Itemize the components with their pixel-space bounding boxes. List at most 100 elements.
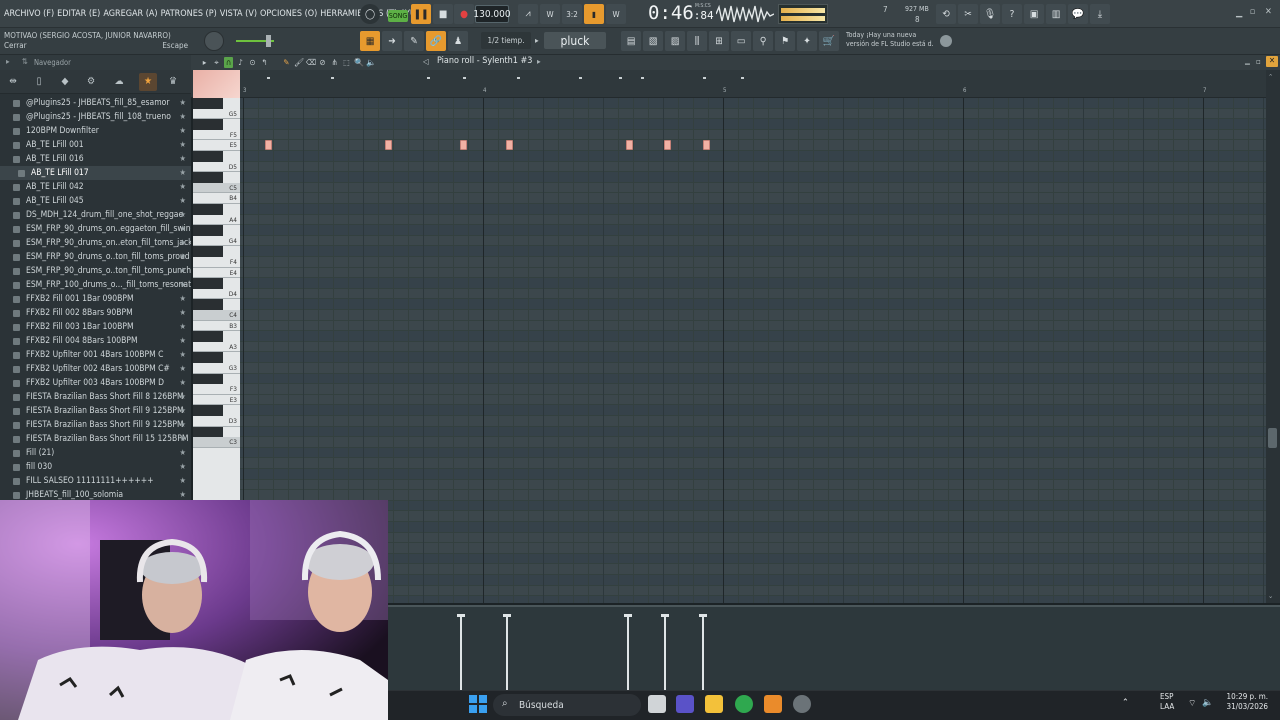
cart-icon[interactable]: 🛒 [819, 31, 839, 51]
tree-icon[interactable]: ⊞ [709, 31, 729, 51]
favorite-star-icon[interactable]: ★ [180, 124, 186, 138]
pr-minimize-icon[interactable]: ▁ [1245, 57, 1250, 65]
browser-list-item[interactable]: FIESTA Brazilian Bass Short Fill 9 125BP… [0, 404, 191, 418]
favorite-star-icon[interactable]: ★ [180, 460, 186, 474]
velocity-bar[interactable] [457, 614, 465, 690]
browser-list-item[interactable]: FFXB2 Upfilter 001 4Bars 100BPM C ★ [0, 348, 191, 362]
loop-record-icon[interactable]: W [606, 4, 626, 24]
magnet-icon[interactable]: ⌖ [212, 57, 221, 68]
browser-list-item[interactable]: @Plugins25 - JHBEATS_fill_85_esamor ★ [0, 96, 191, 110]
favorite-star-icon[interactable]: ★ [180, 418, 186, 432]
white-key[interactable]: E3 [193, 395, 240, 406]
browser-list-item[interactable]: FILL SALSEO 11111111++++++ ★ [0, 474, 191, 488]
browser-list-item[interactable]: FIESTA Brazilian Bass Short Fill 15 125B… [0, 432, 191, 446]
white-key[interactable]: G5 [193, 109, 240, 120]
favorite-star-icon[interactable]: ★ [180, 194, 186, 208]
close-icon[interactable]: ✕ [1265, 7, 1272, 17]
browser-list-item[interactable]: FFXB2 Fill 003 1Bar 100BPM ★ [0, 320, 191, 334]
browser-list-item[interactable]: AB_TE LFill 045 ★ [0, 194, 191, 208]
black-key[interactable] [193, 299, 223, 310]
favorite-star-icon[interactable]: ★ [180, 320, 186, 334]
minimize-icon[interactable]: ▁ [1236, 8, 1242, 18]
favorite-star-icon[interactable]: ★ [180, 390, 186, 404]
browser-list-item[interactable]: AB_TE LFill 042 ★ [0, 180, 191, 194]
slice-tool-icon[interactable]: ⋔ [330, 57, 339, 68]
favorite-star-icon[interactable]: ★ [180, 376, 186, 390]
browser-list-item[interactable]: JHBEATS_fill_100_solomia ★ [0, 488, 191, 500]
velocity-event-lane[interactable] [388, 605, 1280, 690]
white-key[interactable]: B4 [193, 193, 240, 204]
black-key[interactable] [193, 405, 223, 416]
browser-list-item[interactable]: ESM_FRP_90_drums_on..eton_fill_toms_jack… [0, 236, 191, 250]
black-key[interactable] [193, 98, 223, 109]
mute-tool-icon[interactable]: ⊘ [318, 57, 327, 68]
taskbar-search[interactable]: ⌕ Búsqueda [493, 694, 641, 716]
white-key[interactable]: G3 [193, 363, 240, 374]
draw-tool-icon[interactable]: ✎ [404, 31, 424, 51]
favorite-star-icon[interactable]: ★ [180, 362, 186, 376]
microphone-icon[interactable]: 🎙 [980, 4, 1000, 24]
browser-pin-icon[interactable]: ⇅ [22, 57, 28, 66]
clipboard-icon[interactable]: ▭ [731, 31, 751, 51]
piano-roll-note[interactable] [385, 140, 392, 151]
browser-list-item[interactable]: FIESTA Brazilian Bass Short Fill 9 125BP… [0, 418, 191, 432]
wifi-icon[interactable]: ⌔ [1188, 698, 1196, 709]
favorite-star-icon[interactable]: ★ [180, 264, 186, 278]
news-panel[interactable]: Today ¡Hay una nueva versión de FL Studio… [846, 31, 934, 49]
favorite-star-icon[interactable]: ★ [180, 446, 186, 460]
file-explorer-icon[interactable] [705, 695, 723, 713]
title-arrow-icon[interactable]: ▸ [537, 57, 541, 66]
black-key[interactable] [193, 426, 223, 438]
white-key[interactable]: F5 [193, 130, 240, 141]
note-grid[interactable] [240, 98, 1266, 603]
browser-list-item[interactable]: ESM_FRP_90_drums_o..ton_fill_toms_punch ★ [0, 264, 191, 278]
favorite-star-icon[interactable]: ★ [180, 432, 186, 446]
arrow-right-icon[interactable]: ➜ [382, 31, 402, 51]
velocity-bar[interactable] [503, 614, 511, 690]
collapse-icon[interactable]: ⇹ [6, 75, 20, 89]
delete-tool-icon[interactable]: ⌫ [306, 57, 316, 68]
favorite-star-icon[interactable]: ★ [180, 404, 186, 418]
wait-input-icon[interactable]: W [540, 4, 560, 24]
stop-button[interactable]: ■ [433, 4, 453, 24]
favorite-star-icon[interactable]: ★ [180, 96, 186, 110]
browser-list-item[interactable]: FFXB2 Upfilter 003 4Bars 100BPM D ★ [0, 376, 191, 390]
white-key[interactable]: C4 [193, 310, 240, 321]
black-key[interactable] [193, 204, 223, 215]
velocity-bar[interactable] [699, 614, 707, 690]
white-key[interactable]: F3 [193, 384, 240, 395]
piano-roll-note[interactable] [703, 140, 710, 151]
favorite-star-icon[interactable]: ★ [180, 152, 186, 166]
mixer-sliders-icon[interactable]: ⫼ [687, 31, 707, 51]
white-key[interactable]: C5 [193, 182, 240, 194]
favorites-star-icon[interactable]: ★ [139, 73, 157, 91]
browser-list-item[interactable]: DS_MDH_124_drum_fill_one_shot_reggae ★ [0, 208, 191, 222]
white-key[interactable]: E4 [193, 268, 240, 279]
favorite-star-icon[interactable]: ★ [180, 474, 186, 488]
history-icon[interactable]: ♛ [166, 75, 180, 89]
snap-magnet-icon[interactable]: ∩ [224, 57, 233, 68]
black-key[interactable] [193, 373, 223, 385]
bookmark-icon[interactable]: ⚑ [775, 31, 795, 51]
speaker-icon[interactable]: ◁ [423, 57, 429, 66]
black-key[interactable] [193, 172, 223, 183]
piano-roll-icon[interactable]: ▨ [665, 31, 685, 51]
favorite-star-icon[interactable]: ★ [180, 222, 186, 236]
browser-list-item[interactable]: FFXB2 Fill 002 8Bars 90BPM ★ [0, 306, 191, 320]
pattern-arrow-icon[interactable]: ▸ [535, 36, 539, 45]
favorite-star-icon[interactable]: ★ [180, 334, 186, 348]
menu-item[interactable]: EDITAR (E) [57, 9, 100, 19]
link-icon[interactable]: 🔗 [426, 31, 446, 51]
speaker-tool-icon[interactable]: 🔈 [366, 57, 376, 68]
browser-list-item[interactable]: FFXB2 Fill 004 8Bars 100BPM ★ [0, 334, 191, 348]
zoom-tool-icon[interactable]: 🔍 [354, 57, 364, 68]
scroll-down-icon[interactable]: ⌄ [1268, 592, 1273, 600]
black-key[interactable] [193, 225, 223, 236]
pencil-tool-icon[interactable]: ✎ [282, 57, 291, 68]
favorite-star-icon[interactable]: ★ [180, 488, 186, 500]
undo-icon[interactable]: ⟲ [936, 4, 956, 24]
piano-keyboard[interactable]: C3 D3 E3 F3 G3 A3 B3 C4 D4 E4 F4 G4 A4 B4 C5 D5 E5 F5 G5 [193, 98, 240, 500]
piano-roll-note[interactable] [626, 140, 633, 151]
favorite-star-icon[interactable]: ★ [180, 138, 186, 152]
black-key[interactable] [193, 119, 223, 130]
